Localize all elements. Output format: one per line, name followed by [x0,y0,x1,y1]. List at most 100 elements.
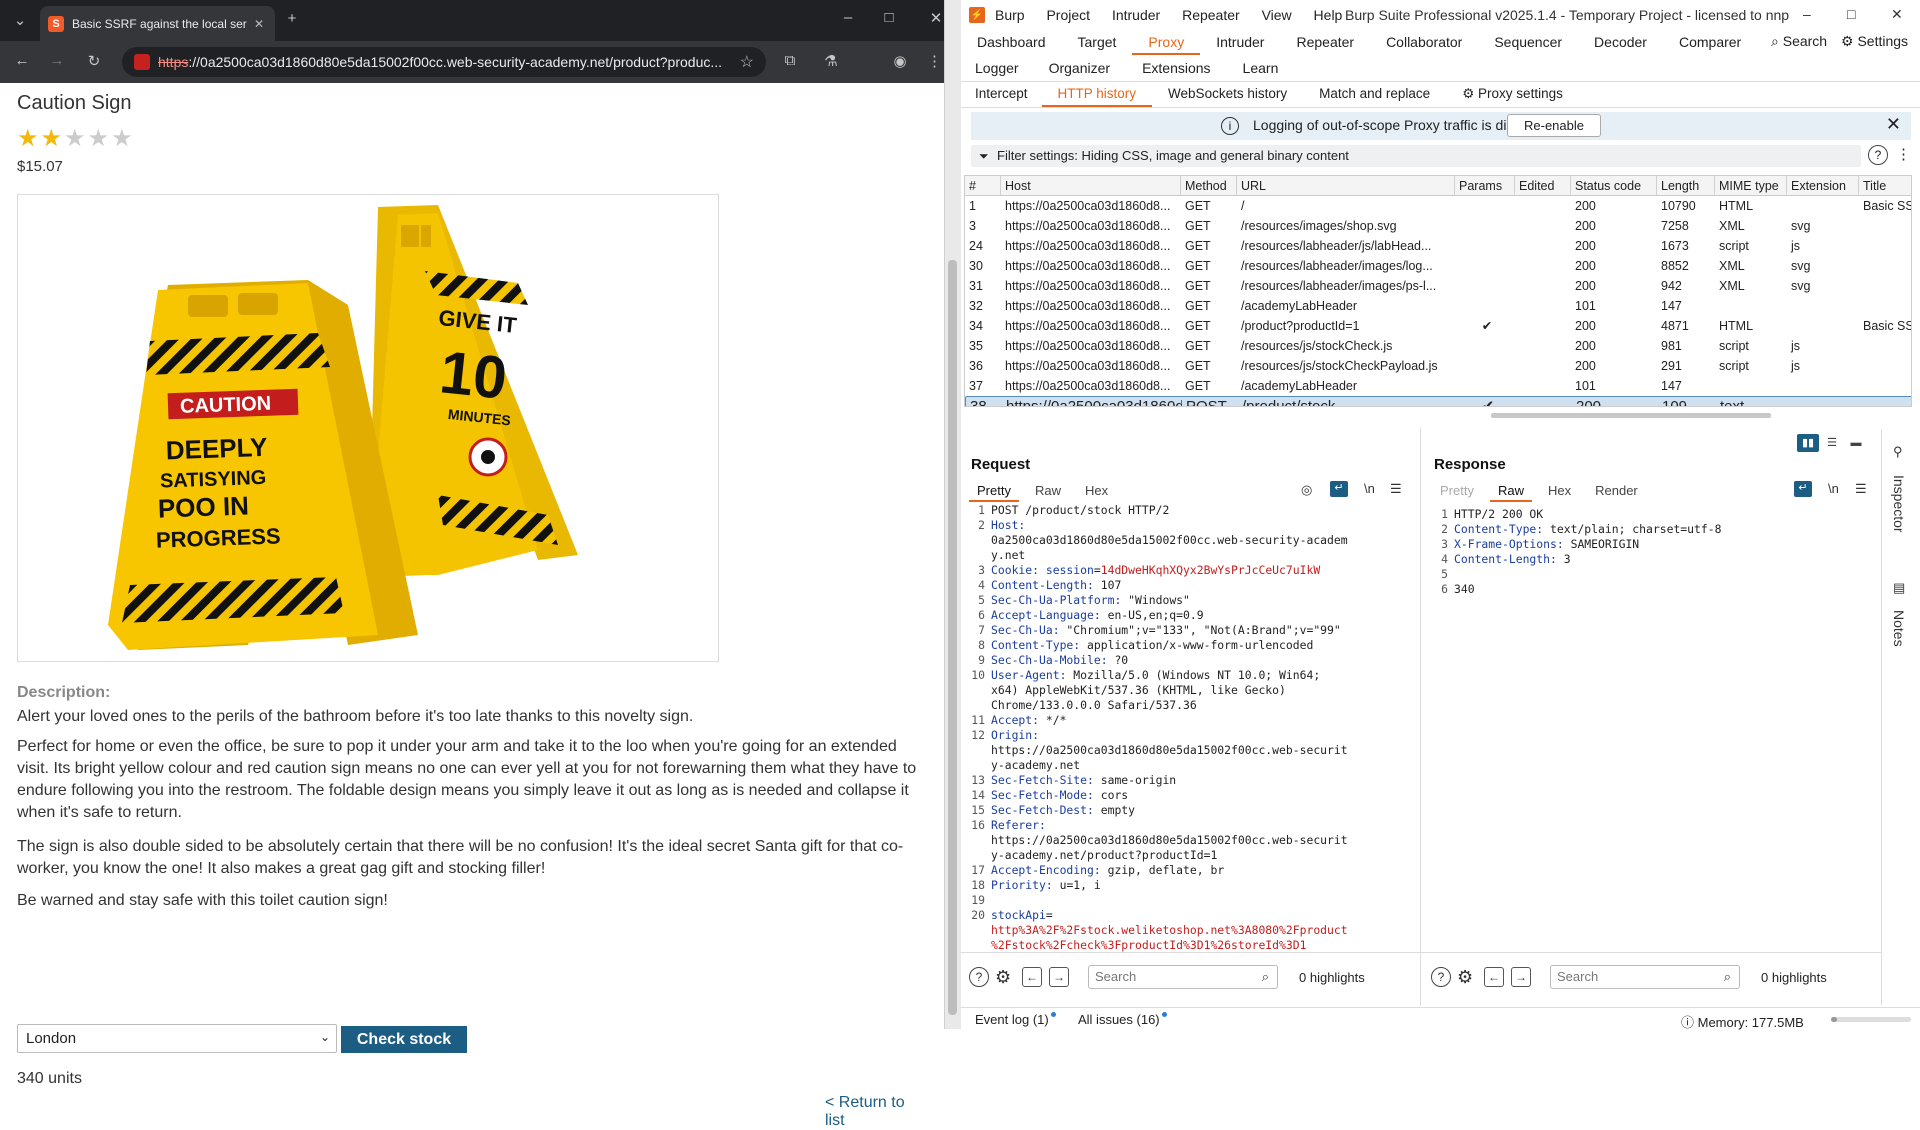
minimize-icon[interactable]: – [838,9,858,26]
tab-dashboard[interactable]: Dashboard [961,30,1062,55]
wrap-icon[interactable]: ↵ [1330,481,1348,497]
check-stock-button[interactable]: Check stock [341,1026,467,1053]
table-row[interactable]: 30 https://0a2500ca03d1860d8... GET/resour… [965,256,1911,276]
table-horizontal-scrollbar[interactable] [1491,413,1771,418]
kebab-menu-icon[interactable]: ⋮ [1896,145,1911,163]
menu-help[interactable]: Help [1314,7,1343,23]
menu-icon[interactable]: ☰ [1855,481,1867,497]
return-to-list-link[interactable]: < Return to list [825,1094,927,1130]
close-icon[interactable]: ✕ [1886,114,1901,135]
column-header[interactable]: Edited [1515,176,1571,196]
tab-repeater[interactable]: Repeater [1280,30,1370,55]
menu-icon[interactable]: ☰ [1390,481,1402,497]
close-window-icon[interactable]: ✕ [1891,6,1903,23]
tab-search-icon[interactable]: ⌄ [10,11,30,29]
tab-match-replace[interactable]: Match and replace [1303,82,1446,107]
response-editor[interactable]: 1 HTTP/2 200 OK 2 Content-Type: text/plain;… [1430,507,1878,947]
tab-comparer[interactable]: Comparer [1663,30,1757,55]
menu-kebab-icon[interactable]: ⋮ [927,52,942,70]
table-row[interactable]: 24 https://0a2500ca03d1860d8... GET/resour… [965,236,1911,256]
tab-organizer[interactable]: Organizer [1033,56,1126,81]
column-header[interactable]: URL [1237,176,1455,196]
newline-toggle[interactable]: \n [1828,481,1839,496]
labs-icon[interactable]: ⚗ [821,52,841,70]
table-row[interactable]: 37 https://0a2500ca03d1860d8... GET/academ… [965,376,1911,396]
help-icon[interactable]: ? [969,967,989,987]
tab-intruder[interactable]: Intruder [1200,30,1280,55]
table-row[interactable]: 35 https://0a2500ca03d1860d8... GET/resour… [965,336,1911,356]
table-row[interactable]: 34 https://0a2500ca03d1860d8... GET/produc… [965,316,1911,336]
gear-icon[interactable]: ⚙ [1457,967,1473,988]
prev-arrow-icon[interactable]: ← [1022,967,1042,987]
new-tab-icon[interactable]: + [282,10,302,27]
wrap-icon[interactable]: ↵ [1794,481,1812,497]
tab-sequencer[interactable]: Sequencer [1478,30,1578,55]
browser-tab[interactable]: S Basic SSRF against the local ser ✕ [40,6,275,41]
not-secure-icon[interactable] [134,54,150,70]
tabbed-view-icon[interactable]: ▬ [1845,434,1867,452]
address-bar[interactable]: https://0a2500ca03d1860d80e5da15002f00cc… [122,47,766,77]
request-search-input[interactable]: Search ⌕ [1088,965,1278,989]
tab-proxy[interactable]: Proxy [1132,30,1201,55]
table-row[interactable]: 31 https://0a2500ca03d1860d8... GET/resour… [965,276,1911,296]
help-icon[interactable]: ? [1868,145,1888,165]
menu-view[interactable]: View [1262,7,1292,23]
help-icon[interactable]: ? [1431,967,1451,987]
table-row[interactable]: 36 https://0a2500ca03d1860d8... GET/resour… [965,356,1911,376]
request-editor[interactable]: 1 POST /product/stock HTTP/2 2 Host: 0a2500c… [967,503,1417,953]
maximize-icon[interactable]: □ [1847,6,1855,22]
inspector-tab[interactable]: Inspector [1891,475,1907,533]
split-horizontal-icon[interactable]: ▮▮ [1797,434,1819,452]
close-window-icon[interactable]: ✕ [926,9,946,27]
tab-websockets-history[interactable]: WebSockets history [1152,82,1303,107]
notes-tab[interactable]: Notes [1891,610,1907,647]
reload-icon[interactable]: ↻ [84,52,104,70]
tab-hex[interactable]: Hex [1536,480,1583,502]
tab-render[interactable]: Render [1583,480,1650,502]
table-row[interactable]: 1 https://0a2500ca03d1860d8... GET / 200 1079… [965,196,1911,216]
tab-intercept[interactable]: Intercept [961,82,1042,107]
proxy-settings-button[interactable]: ⚙ Proxy settings [1446,82,1579,107]
tab-raw[interactable]: Raw [1486,480,1536,502]
tab-target[interactable]: Target [1062,30,1133,55]
next-arrow-icon[interactable]: → [1511,967,1531,987]
column-header[interactable]: Extension [1787,176,1859,196]
split-vertical-icon[interactable]: ☰ [1821,434,1843,452]
back-icon[interactable]: ← [12,52,32,69]
hide-eye-icon[interactable]: ◎ [1301,482,1312,498]
newline-toggle[interactable]: \n [1364,481,1375,496]
column-header[interactable]: Method [1181,176,1237,196]
inspector-icon[interactable]: ⚲ [1893,444,1903,460]
reenable-button[interactable]: Re-enable [1507,114,1601,137]
forward-icon[interactable]: → [47,52,67,69]
column-header[interactable]: Host [1001,176,1181,196]
tab-logger[interactable]: Logger [961,56,1033,81]
tab-pretty[interactable]: Pretty [1428,480,1486,502]
bookmark-star-icon[interactable]: ☆ [740,52,754,72]
settings-button[interactable]: ⚙ Settings [1841,33,1908,50]
column-header[interactable]: Title [1859,176,1911,196]
column-header[interactable]: # [965,176,1001,196]
prev-arrow-icon[interactable]: ← [1484,967,1504,987]
table-row[interactable]: 38 https://0a2500ca03d1860d8... POST/produ… [965,396,1911,406]
menu-repeater[interactable]: Repeater [1182,7,1240,23]
store-select[interactable]: London ⌄ [17,1024,337,1053]
tab-http-history[interactable]: HTTP history [1041,82,1153,107]
close-tab-icon[interactable]: ✕ [251,17,267,31]
notes-icon[interactable]: ▤ [1893,580,1905,596]
tab-hex[interactable]: Hex [1073,480,1120,502]
next-arrow-icon[interactable]: → [1049,967,1069,987]
page-scrollbar[interactable] [948,260,957,1015]
minimize-icon[interactable]: – [1803,6,1811,22]
all-issues-button[interactable]: All issues (16) [1078,1012,1167,1027]
response-search-input[interactable]: Search ⌕ [1550,965,1740,989]
tab-pretty[interactable]: Pretty [965,480,1023,502]
tab-decoder[interactable]: Decoder [1578,30,1663,55]
menu-intruder[interactable]: Intruder [1112,7,1160,23]
table-row[interactable]: 3 https://0a2500ca03d1860d8... GET/resourc… [965,216,1911,236]
tab-collaborator[interactable]: Collaborator [1370,30,1478,55]
column-header[interactable]: Length [1657,176,1715,196]
column-header[interactable]: MIME type [1715,176,1787,196]
extensions-icon[interactable]: ⧉ [780,52,800,69]
filter-bar[interactable]: ⏷ Filter settings: Hiding CSS, image and… [971,145,1861,167]
